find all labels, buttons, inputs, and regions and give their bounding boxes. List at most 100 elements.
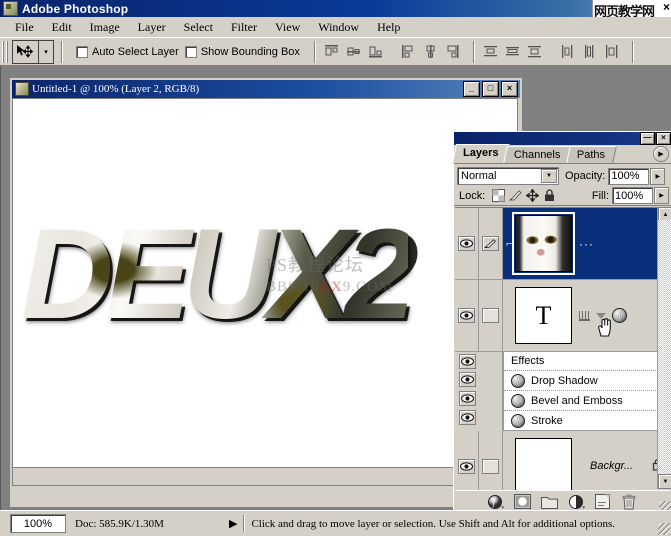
close-icon[interactable]: ×	[663, 0, 670, 14]
eye-icon[interactable]	[458, 236, 475, 251]
document-canvas[interactable]: DEUX2 DEUX2 PS教程论坛 BBS.16XX9.COM	[12, 98, 518, 486]
eye-icon[interactable]	[458, 458, 475, 474]
lock-position-icon[interactable]	[525, 188, 540, 203]
effect-visibility-drop-shadow[interactable]	[455, 370, 502, 389]
blend-mode-select[interactable]: Normal ▼	[457, 167, 559, 185]
align-right-edges-icon[interactable]	[444, 43, 461, 60]
align-buttons-group	[323, 43, 461, 60]
effect-item-stroke[interactable]: f Stroke	[504, 411, 670, 431]
distribute-vertical-centers-icon[interactable]	[504, 43, 521, 60]
collapse-effects-triangle-icon[interactable]	[596, 312, 606, 319]
add-layer-mask-button[interactable]	[514, 494, 531, 510]
delete-layer-button[interactable]	[622, 494, 638, 510]
lock-transparent-pixels-icon[interactable]	[492, 189, 506, 202]
scroll-down-arrow-icon[interactable]: ▼	[658, 474, 671, 489]
menu-item-image[interactable]: Image	[81, 18, 129, 37]
blank-white-thumbnail[interactable]	[515, 437, 572, 490]
distribute-top-edges-icon[interactable]	[482, 43, 499, 60]
tab-layers[interactable]: Layers	[451, 144, 511, 163]
new-group-button[interactable]	[541, 494, 558, 510]
menu-item-help[interactable]: Help	[368, 18, 409, 37]
layer-row-cat-photo[interactable]: ⌐ ···	[455, 208, 670, 280]
layer-style-fx-button[interactable]: f	[487, 494, 504, 510]
effect-visibility-bevel-emboss[interactable]	[455, 389, 502, 408]
eye-icon[interactable]	[458, 353, 476, 369]
opacity-input[interactable]: 100%	[608, 167, 650, 185]
close-button[interactable]: ×	[501, 81, 518, 97]
layer-thumbnail-cell[interactable]: Backgr...	[503, 431, 670, 490]
effects-block: Effects f Drop Shadow f Bevel and Emboss…	[455, 352, 670, 431]
tab-paths[interactable]: Paths	[566, 146, 617, 163]
text-layer-T-thumbnail[interactable]: T	[515, 287, 572, 344]
layer-effects-fx-badge-icon[interactable]: f	[612, 308, 627, 323]
layer-thumbnail-cell[interactable]: ⌐ ···	[503, 208, 670, 279]
lock-image-pixels-icon[interactable]	[509, 189, 522, 202]
menu-item-filter[interactable]: Filter	[222, 18, 266, 37]
link-placeholder-icon[interactable]	[482, 458, 499, 474]
document-title-bar[interactable]: Untitled-1 @ 100% (Layer 2, RGB/8) _ □ ×	[12, 80, 520, 98]
status-expand-arrow-icon[interactable]: ▶	[229, 517, 237, 530]
menu-item-window[interactable]: Window	[309, 18, 368, 37]
checkbox-box[interactable]	[76, 45, 88, 58]
effects-visibility-column	[455, 352, 503, 431]
fill-input[interactable]: 100%	[612, 187, 653, 204]
menu-item-file[interactable]: File	[6, 18, 43, 37]
layer-visibility-cell[interactable]	[455, 280, 479, 351]
menu-item-layer[interactable]: Layer	[129, 18, 175, 37]
effect-visibility-stroke[interactable]	[455, 408, 502, 427]
distribute-right-edges-icon[interactable]	[603, 43, 620, 60]
menu-item-edit[interactable]: Edit	[43, 18, 81, 37]
align-horizontal-centers-icon[interactable]	[422, 43, 439, 60]
layer-thumbnail-cell[interactable]: T f	[503, 280, 670, 351]
close-button[interactable]: ×	[656, 132, 671, 145]
effect-item-drop-shadow[interactable]: f Drop Shadow	[504, 371, 670, 391]
align-bottom-edges-icon[interactable]	[367, 43, 384, 60]
eye-icon[interactable]	[458, 308, 475, 323]
minimize-button[interactable]: _	[463, 81, 480, 97]
distribute-left-edges-icon[interactable]	[559, 43, 576, 60]
distribute-bottom-edges-icon[interactable]	[526, 43, 543, 60]
align-left-edges-icon[interactable]	[400, 43, 417, 60]
menu-item-view[interactable]: View	[266, 18, 309, 37]
layer-name-background[interactable]: Backgr...	[590, 460, 633, 472]
eye-icon[interactable]	[459, 410, 476, 425]
layer-row-background[interactable]: Backgr...	[455, 431, 670, 490]
layer-row-text[interactable]: T f	[455, 280, 670, 352]
link-placeholder-icon[interactable]	[482, 308, 499, 323]
lock-all-icon[interactable]	[543, 189, 556, 202]
cat-photo-thumbnail[interactable]	[512, 212, 575, 275]
layer-visibility-cell[interactable]	[455, 208, 479, 279]
new-layer-button[interactable]	[595, 494, 611, 510]
eye-icon[interactable]	[459, 372, 476, 387]
zoom-level-input[interactable]: 100%	[10, 514, 66, 533]
move-tool-icon[interactable]	[12, 39, 39, 64]
layer-link-cell[interactable]	[479, 208, 503, 279]
align-vertical-centers-icon[interactable]	[345, 43, 362, 60]
eye-icon[interactable]	[459, 391, 476, 406]
distribute-horizontal-centers-icon[interactable]	[581, 43, 598, 60]
layer-link-cell[interactable]	[479, 431, 503, 490]
minimize-button[interactable]: —	[640, 132, 655, 145]
fill-slider-arrow-icon[interactable]: ▶	[654, 187, 669, 204]
scrollbar-track[interactable]	[658, 220, 671, 476]
chevron-down-icon[interactable]: ▼	[541, 169, 557, 183]
options-bar-grip[interactable]	[2, 40, 9, 63]
paintbrush-icon[interactable]	[482, 236, 499, 251]
layer-link-cell[interactable]	[479, 280, 503, 351]
layer-list[interactable]: ⌐ ··· T f Effects f Drop Shadow f Bevel …	[455, 207, 670, 490]
align-top-edges-icon[interactable]	[323, 43, 340, 60]
menu-item-select[interactable]: Select	[175, 18, 222, 37]
maximize-button[interactable]: □	[482, 81, 499, 97]
auto-select-layer-checkbox[interactable]: Auto Select Layer	[76, 45, 179, 58]
checkbox-box[interactable]	[184, 45, 197, 58]
show-bounding-box-checkbox[interactable]: Show Bounding Box	[184, 45, 300, 58]
window-resize-handle[interactable]	[658, 523, 670, 535]
layer-visibility-cell[interactable]	[455, 431, 479, 490]
layers-panel-scrollbar[interactable]: ▲ ▼	[657, 207, 671, 489]
opacity-slider-arrow-icon[interactable]: ▶	[650, 167, 666, 185]
tab-channels[interactable]: Channels	[503, 146, 573, 163]
panel-menu-arrow-icon[interactable]: ▶	[653, 146, 669, 162]
effect-item-bevel-and-emboss[interactable]: f Bevel and Emboss	[504, 391, 670, 411]
tool-preset-dropdown[interactable]: ▾	[39, 39, 54, 64]
new-fill-adjustment-layer-button[interactable]	[568, 494, 585, 510]
